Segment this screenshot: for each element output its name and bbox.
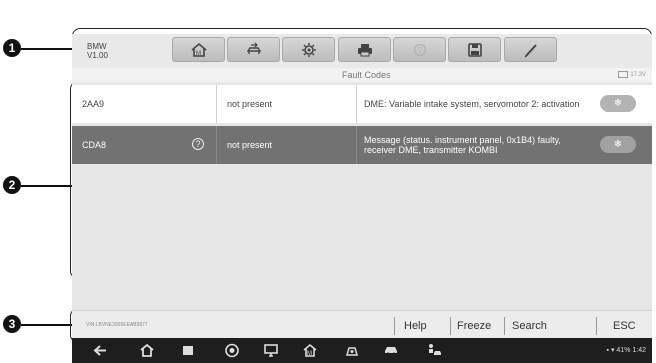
fault-description: DME: Variable intake system, servomotor … <box>364 99 580 109</box>
esc-button[interactable]: ESC <box>613 318 636 334</box>
home-button[interactable]: M <box>172 37 225 62</box>
fault-description: Message (status. instrument panel, 0x1B4… <box>364 135 561 155</box>
svg-text:M: M <box>307 351 312 357</box>
recent-apps-button[interactable] <box>180 343 196 358</box>
vehicle-swap-button[interactable] <box>227 37 280 62</box>
fault-code-list: 2AA9 not present DME: Variable intake sy… <box>72 82 652 310</box>
save-icon <box>467 42 482 57</box>
recent-apps-icon <box>183 346 193 355</box>
help-icon: ? <box>413 43 426 56</box>
title-bar: Fault Codes 17.3V <box>72 68 652 82</box>
browser-icon <box>225 343 239 358</box>
remote-desktop-button[interactable] <box>263 343 279 358</box>
person-car-icon <box>429 344 441 355</box>
maxisys-home-button[interactable]: M <box>302 343 318 358</box>
help-button[interactable]: ? <box>393 37 446 62</box>
snowflake-icon: ❄ <box>613 139 623 150</box>
battery-voltage-value: 17.3V <box>630 71 646 78</box>
column-divider <box>356 85 357 123</box>
button-divider <box>450 317 451 335</box>
callout-2-leader <box>21 185 72 187</box>
back-arrow-icon <box>93 345 106 356</box>
function-bar: VIN:LBVNE3905EEAB5877 Help Freeze Search… <box>72 310 652 339</box>
maxisys-home-icon: M <box>303 343 317 357</box>
settings-button[interactable] <box>282 37 335 62</box>
print-icon <box>357 43 372 56</box>
callout-1-leader <box>21 48 72 50</box>
vehicle-swap-icon <box>246 42 261 54</box>
fault-code: 2AA9 <box>82 99 105 109</box>
column-divider <box>216 126 217 164</box>
brand-name: BMW <box>87 42 107 51</box>
callout-3: 3 <box>3 315 21 333</box>
svg-text:?: ? <box>417 46 422 55</box>
system-navigation-bar: M ▪ ▾ 41% 1:42 <box>72 338 652 363</box>
vci-button[interactable] <box>344 343 360 358</box>
help-function-button[interactable]: Help <box>404 318 427 334</box>
freeze-frame-button[interactable]: ❄ <box>600 95 636 112</box>
car-icon <box>385 347 397 356</box>
diagnostics-toolbar: BMW V1.00 M ? <box>72 34 652 69</box>
print-button[interactable] <box>338 37 391 62</box>
remote-desktop-icon <box>264 344 278 357</box>
settings-icon <box>301 42 316 57</box>
freeze-button[interactable]: Freeze <box>457 318 491 334</box>
home-nav-button[interactable] <box>139 343 155 358</box>
vehicle-button[interactable] <box>383 343 399 358</box>
screen-title: Fault Codes <box>342 70 391 80</box>
battery-voltage: 17.3V <box>618 71 646 78</box>
callout-2: 2 <box>3 176 21 194</box>
search-button[interactable]: Search <box>512 318 547 334</box>
battery-level: 41% <box>616 347 631 354</box>
callout-3-leader <box>21 324 72 326</box>
time: 1:42 <box>632 347 646 354</box>
fault-code-row[interactable]: 2AA9 not present DME: Variable intake sy… <box>72 85 652 123</box>
battery-icon <box>618 71 629 78</box>
system-status: ▪ ▾ 41% 1:42 <box>607 346 646 354</box>
data-logging-button[interactable] <box>504 37 557 62</box>
freeze-frame-button[interactable]: ❄ <box>600 136 636 153</box>
fault-code-row-selected[interactable]: CDA8 ? not present Message (status. inst… <box>72 126 652 164</box>
tablet-screen: BMW V1.00 M ? Fault Codes 17.3V 2AA9 not… <box>72 34 652 363</box>
vin-number: VIN:LBVNE3905EEAB5877 <box>86 322 148 328</box>
data-logging-icon <box>524 43 537 57</box>
fault-status: not present <box>227 140 273 150</box>
button-divider <box>394 317 395 335</box>
button-divider <box>504 317 505 335</box>
svg-text:M: M <box>196 51 201 57</box>
signal-icons: ▪ ▾ <box>606 347 617 354</box>
column-divider <box>216 85 217 123</box>
home-icon: M <box>190 42 207 57</box>
fault-status: not present <box>227 99 273 109</box>
vehicle-brand: BMW V1.00 <box>87 42 108 60</box>
save-button[interactable] <box>448 37 501 62</box>
diagnostics-shortcut-button[interactable] <box>426 343 442 358</box>
snowflake-icon: ❄ <box>613 98 623 109</box>
software-version: V1.00 <box>87 51 108 60</box>
browser-button[interactable] <box>224 343 240 358</box>
home-icon <box>140 343 154 357</box>
vci-icon <box>346 347 358 356</box>
button-divider <box>596 317 597 335</box>
callout-1: 1 <box>3 39 21 57</box>
column-divider <box>356 126 357 164</box>
help-icon[interactable]: ? <box>192 138 204 150</box>
fault-code: CDA8 <box>82 140 107 150</box>
back-button[interactable] <box>92 343 108 358</box>
